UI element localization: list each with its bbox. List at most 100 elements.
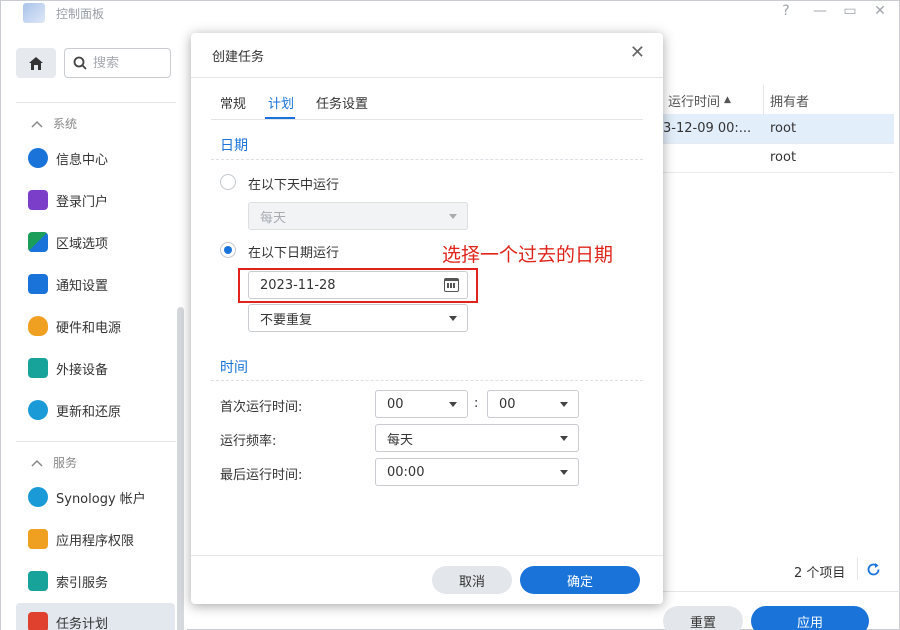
sidebar-item-label: 登录门户 (56, 194, 109, 210)
account-icon (28, 487, 48, 507)
home-button[interactable] (16, 48, 56, 78)
lock-icon (28, 529, 48, 549)
date-group-title: 日期 (220, 138, 248, 154)
search-input[interactable] (93, 55, 155, 71)
sidebar-divider (16, 441, 176, 442)
refresh-icon[interactable] (866, 562, 881, 577)
help-icon[interactable]: ? (777, 3, 795, 19)
sidebar-divider (16, 102, 176, 103)
table-cell-owner: root (770, 121, 797, 136)
sidebar-item-label: 信息中心 (56, 152, 109, 168)
frequency-select-value: 每天 (387, 432, 414, 448)
sidebar-item-app-privileges[interactable]: 应用程序权限 (16, 520, 175, 558)
chevron-down-icon (449, 402, 457, 407)
minimize-icon[interactable]: — (811, 3, 829, 19)
footer-separator (661, 591, 900, 592)
sidebar-item-info-center[interactable]: 信息中心 (16, 139, 175, 177)
portal-icon (28, 190, 48, 210)
radio-run-on-days[interactable] (220, 174, 236, 190)
active-tab-indicator (265, 117, 295, 119)
last-run-time-select[interactable]: 00:00 (375, 458, 579, 486)
maximize-icon[interactable]: ▭ (841, 3, 859, 19)
sidebar-item-label: 区域选项 (56, 236, 109, 252)
first-run-hour-value: 00 (387, 396, 404, 412)
row-divider (661, 172, 894, 173)
sidebar-item-synology-account[interactable]: Synology 帐户 (16, 478, 175, 516)
cancel-button[interactable]: 取消 (432, 566, 512, 594)
tabs-divider (211, 119, 643, 120)
sidebar-item-external-devices[interactable]: 外接设备 (16, 349, 175, 387)
repeat-select-value: 不要重复 (260, 312, 313, 328)
days-select-value: 每天 (260, 210, 287, 226)
table-cell-run-time: 3-12-09 00:... (663, 121, 752, 136)
notification-icon (28, 274, 48, 294)
table-cell-owner: root (770, 150, 797, 165)
sidebar-item-label: 任务计划 (56, 616, 109, 630)
region-icon (28, 232, 48, 252)
close-window-icon[interactable]: ✕ (871, 3, 889, 19)
sidebar-item-indexing-service[interactable]: 索引服务 (16, 562, 175, 600)
radio-run-on-days-label: 在以下天中运行 (248, 178, 340, 193)
title-bar: 控制面板 ? — ▭ ✕ (1, 1, 899, 27)
annotation-text: 选择一个过去的日期 (442, 244, 614, 266)
column-header-owner[interactable]: 拥有者 (763, 85, 879, 115)
home-icon (29, 56, 43, 70)
sidebar-item-update-restore[interactable]: 更新和还原 (16, 391, 175, 429)
calendar-icon (28, 612, 48, 630)
section-system-label: 系统 (53, 117, 78, 131)
time-separator: : (474, 396, 479, 411)
search-icon (73, 56, 87, 70)
search-field[interactable] (64, 48, 171, 78)
chevron-down-icon (449, 214, 457, 219)
sidebar-scrollbar[interactable] (177, 307, 184, 630)
section-services[interactable]: 服务 (31, 454, 77, 471)
section-system[interactable]: 系统 (31, 115, 77, 132)
sidebar-item-notification[interactable]: 通知设置 (16, 265, 175, 303)
first-run-hour-select[interactable]: 00 (375, 390, 468, 418)
tab-schedule[interactable]: 计划 (268, 93, 294, 112)
index-icon (28, 571, 48, 591)
sidebar-item-hardware-power[interactable]: 硬件和电源 (16, 307, 175, 345)
chevron-down-icon (560, 470, 568, 475)
close-icon[interactable]: ✕ (630, 42, 645, 63)
sidebar-item-login-portal[interactable]: 登录门户 (16, 181, 175, 219)
radio-run-on-date[interactable] (220, 242, 236, 258)
dialog-title: 创建任务 (212, 50, 265, 65)
chevron-down-icon (560, 436, 568, 441)
chevron-down-icon (560, 402, 568, 407)
time-group-title: 时间 (220, 360, 248, 376)
footer-divider (857, 558, 858, 580)
frequency-label: 运行频率: (220, 434, 277, 449)
reset-button[interactable]: 重置 (663, 606, 743, 630)
column-header-run-time[interactable]: 运行时间 ▲ (661, 85, 763, 115)
first-run-minute-select[interactable]: 00 (487, 390, 579, 418)
last-run-time-label: 最后运行时间: (220, 468, 303, 483)
sidebar-item-label: 外接设备 (56, 362, 109, 378)
sidebar-item-label: 索引服务 (56, 575, 109, 591)
sidebar-item-label: Synology 帐户 (56, 491, 146, 507)
group-divider (211, 159, 643, 160)
control-panel-app-icon (23, 3, 45, 23)
frequency-select[interactable]: 每天 (375, 424, 579, 452)
row-divider (661, 143, 894, 144)
dialog-header-divider (191, 77, 663, 78)
annotation-highlight-box (238, 268, 478, 303)
sidebar-item-label: 更新和还原 (56, 404, 122, 420)
window-title: 控制面板 (56, 7, 105, 21)
update-icon (28, 400, 48, 420)
sidebar-item-task-scheduler[interactable]: 任务计划 (16, 603, 175, 630)
external-device-icon (28, 358, 48, 378)
bulb-icon (28, 316, 48, 336)
tab-task-settings[interactable]: 任务设置 (316, 93, 368, 112)
sidebar: 系统 信息中心 登录门户 区域选项 通知设置 硬件和电源 外接设备 更新和还 (1, 27, 187, 630)
first-run-minute-value: 00 (499, 396, 516, 412)
repeat-select[interactable]: 不要重复 (248, 304, 468, 332)
chevron-up-icon (31, 459, 43, 467)
create-task-dialog: 创建任务 ✕ 常规 计划 任务设置 日期 在以下天中运行 每天 在以下日期运行 … (191, 33, 663, 604)
sidebar-item-regional-options[interactable]: 区域选项 (16, 223, 175, 261)
tab-general[interactable]: 常规 (220, 93, 246, 112)
item-count: 2 个项目 (794, 566, 846, 581)
apply-button[interactable]: 应用 (751, 606, 869, 630)
ok-button[interactable]: 确定 (520, 566, 640, 594)
info-icon (28, 148, 48, 168)
